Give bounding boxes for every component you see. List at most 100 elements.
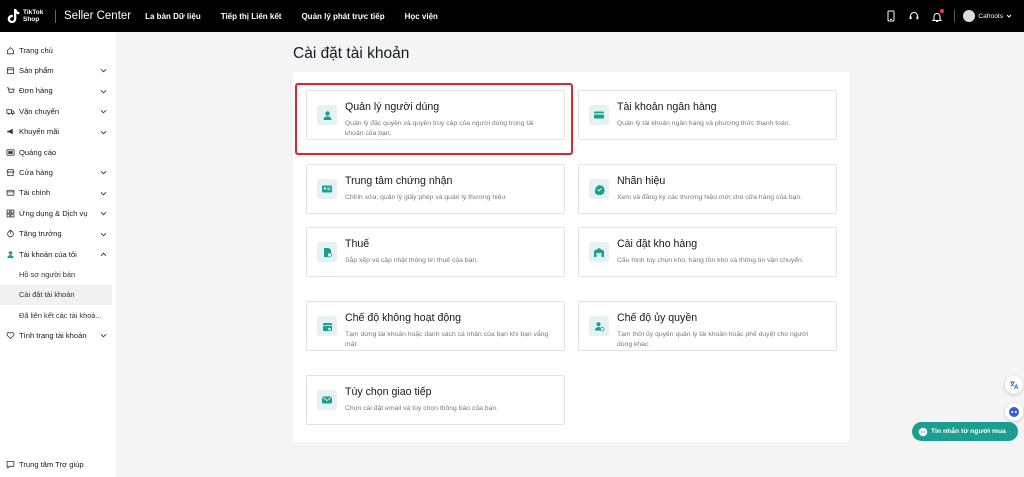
tiktok-logo-icon: [7, 9, 20, 23]
sidebar-item-account-health[interactable]: Tình trạng tài khoản: [0, 325, 116, 345]
notification-bell[interactable]: [931, 9, 945, 22]
bank-card-icon: [589, 105, 609, 125]
card-tax[interactable]: Thuế Sắp xếp và cập nhật thông tin thuế …: [306, 227, 565, 277]
sidebar-item-ads[interactable]: Quảng cáo: [0, 142, 116, 162]
sidebar-item-products[interactable]: Sản phẩm: [0, 60, 116, 80]
sidebar-item-label: Sản phẩm: [19, 66, 54, 76]
ad-icon: [6, 149, 15, 156]
help-center-link[interactable]: Trung tâm Trợ giúp: [6, 460, 84, 469]
card-description: Tạm thời ủy quyền quản lý tài khoản hoặc…: [617, 331, 809, 348]
sidebar-item-label: Cửa hàng: [19, 168, 53, 178]
card-title: Cài đặt kho hàng: [617, 238, 698, 250]
sidebar-item-label: Tình trạng tài khoản: [19, 331, 87, 341]
chevron-down-icon: [100, 130, 107, 134]
card-communication-preferences[interactable]: Tùy chọn giao tiếp Chọn cài đặt email và…: [306, 375, 565, 425]
sidebar-item-label: Vận chuyển: [19, 106, 60, 116]
username[interactable]: Cafroots: [978, 13, 1003, 20]
buyer-messages-button[interactable]: Tin nhắn từ người mua: [912, 422, 1018, 441]
chevron-down-icon: [100, 232, 107, 236]
card-brands[interactable]: Nhãn hiệu Xem và đăng ký các thương hiệu…: [578, 164, 837, 214]
headset-icon[interactable]: [908, 10, 920, 22]
product-icon: [6, 67, 15, 75]
health-icon: [6, 332, 15, 340]
card-description: Chỉnh sửa, quản lý giấy phép và quản lý …: [345, 194, 506, 201]
page-title: Cài đặt tài khoản: [293, 45, 410, 62]
card-description: Tạm dừng tài khoản hoặc danh sách cá nhâ…: [345, 331, 549, 348]
assistant-button[interactable]: [1005, 403, 1023, 421]
nav-data-compass[interactable]: La bàn Dữ liệu: [145, 12, 201, 21]
card-description: Chọn cài đặt email và tùy chọn thông báo…: [345, 405, 499, 412]
sidebar-item-label: Đơn hàng: [19, 86, 53, 96]
card-title: Nhãn hiệu: [617, 175, 666, 187]
user-icon: [7, 250, 14, 258]
card-title: Tùy chọn giao tiếp: [345, 386, 432, 398]
card-warehouse-settings[interactable]: Cài đặt kho hàng Cấu hình tùy chọn kho, …: [578, 227, 837, 277]
chevron-up-icon: [100, 252, 107, 257]
sidebar-item-growth[interactable]: Tăng trưởng: [0, 224, 116, 244]
divider: [55, 9, 56, 23]
sidebar-item-finance[interactable]: Tài chính: [0, 183, 116, 203]
sidebar-item-shipping[interactable]: Vận chuyển: [0, 101, 116, 121]
help-center-label: Trung tâm Trợ giúp: [19, 460, 84, 469]
home-icon: [6, 46, 15, 54]
translate-button[interactable]: [1005, 376, 1023, 394]
chevron-down-icon: [100, 69, 107, 73]
chevron-down-icon: [100, 191, 107, 196]
calendar-icon: [317, 316, 337, 336]
sidebar-item-home[interactable]: Trang chủ: [0, 40, 116, 60]
warehouse-icon: [589, 242, 609, 262]
sidebar-item-promotions[interactable]: Khuyến mãi: [0, 122, 116, 142]
sidebar-item-label: Khuyến mãi: [19, 127, 60, 137]
tiktok-shop-logo[interactable]: TikTok Shop: [6, 8, 49, 24]
card-title: Trung tâm chứng nhận: [345, 175, 453, 187]
card-bank-account[interactable]: Tài khoản ngân hàng Quản lý tài khoản ng…: [578, 90, 837, 140]
sidebar-item-store[interactable]: Cửa hàng: [0, 162, 116, 182]
highlight-box: [295, 83, 573, 155]
help-chat-icon: [6, 460, 15, 469]
card-description: Cấu hình tùy chọn kho, hàng tồn kho và t…: [617, 257, 804, 264]
top-nav: La bàn Dữ liệu Tiếp thị Liên kết Quản lý…: [145, 12, 458, 21]
sidebar-subitem-linked-accounts[interactable]: Đã liên kết các tài khoả...: [0, 305, 116, 325]
sidebar: Trang chủ Sản phẩm Đơn hàng Vận chuyển K…: [0, 32, 116, 477]
delegate-icon: [589, 316, 609, 336]
apps-icon: [6, 209, 15, 218]
order-icon: [6, 87, 15, 94]
sidebar-item-label: Tài chính: [19, 188, 51, 198]
card-inactive-mode[interactable]: Chế độ không hoạt động Tạm dừng tài khoả…: [306, 301, 565, 351]
buyer-messages-label: Tin nhắn từ người mua: [931, 428, 1006, 435]
sidebar-item-label: Tăng trưởng: [19, 229, 62, 239]
sidebar-item-label: Tài khoản của tôi: [19, 249, 77, 259]
tax-icon: [317, 242, 337, 262]
sidebar-item-my-account[interactable]: Tài khoản của tôi: [0, 244, 116, 264]
sidebar-item-label: Quảng cáo: [19, 147, 57, 157]
card-description: Quản lý tài khoản ngân hàng và phương th…: [617, 120, 791, 127]
phone-icon[interactable]: [885, 10, 897, 22]
card-certification-center[interactable]: Trung tâm chứng nhận Chỉnh sửa, quản lý …: [306, 164, 565, 214]
sidebar-item-apps[interactable]: Ứng dụng & Dịch vụ: [0, 203, 116, 223]
card-description: Xem và đăng ký các thương hiệu mới cho c…: [617, 194, 803, 201]
nav-academy[interactable]: Học viện: [405, 12, 438, 21]
divider: [954, 10, 956, 22]
avatar[interactable]: [963, 10, 976, 22]
chevron-down-icon[interactable]: [1006, 13, 1012, 19]
sidebar-item-orders[interactable]: Đơn hàng: [0, 81, 116, 101]
sidebar-subitem-account-settings[interactable]: Cài đặt tài khoản: [0, 284, 112, 306]
card-title: Chế độ ủy quyền: [617, 312, 698, 324]
translate-icon: [1010, 381, 1019, 390]
growth-icon: [7, 230, 14, 238]
card-title: Tài khoản ngân hàng: [617, 101, 717, 113]
sidebar-item-label: Trang chủ: [19, 45, 53, 55]
nav-live-management[interactable]: Quản lý phát trực tiếp: [301, 12, 384, 21]
chevron-down-icon: [100, 212, 107, 216]
sidebar-subitem-seller-profile[interactable]: Hồ sơ người bán: [0, 264, 116, 284]
badge-icon: [589, 179, 609, 199]
card-delegation-mode[interactable]: Chế độ ủy quyền Tạm thời ủy quyền quản l…: [578, 301, 837, 351]
assistant-icon: [1009, 407, 1019, 417]
card-title: Thuế: [345, 238, 370, 250]
nav-affiliate[interactable]: Tiếp thị Liên kết: [221, 12, 282, 21]
truck-icon: [6, 109, 15, 115]
id-card-icon: [317, 179, 337, 199]
sidebar-item-label: Ứng dụng & Dịch vụ: [19, 208, 88, 218]
app-name: Seller Center: [64, 10, 132, 22]
chevron-down-icon: [100, 171, 107, 175]
